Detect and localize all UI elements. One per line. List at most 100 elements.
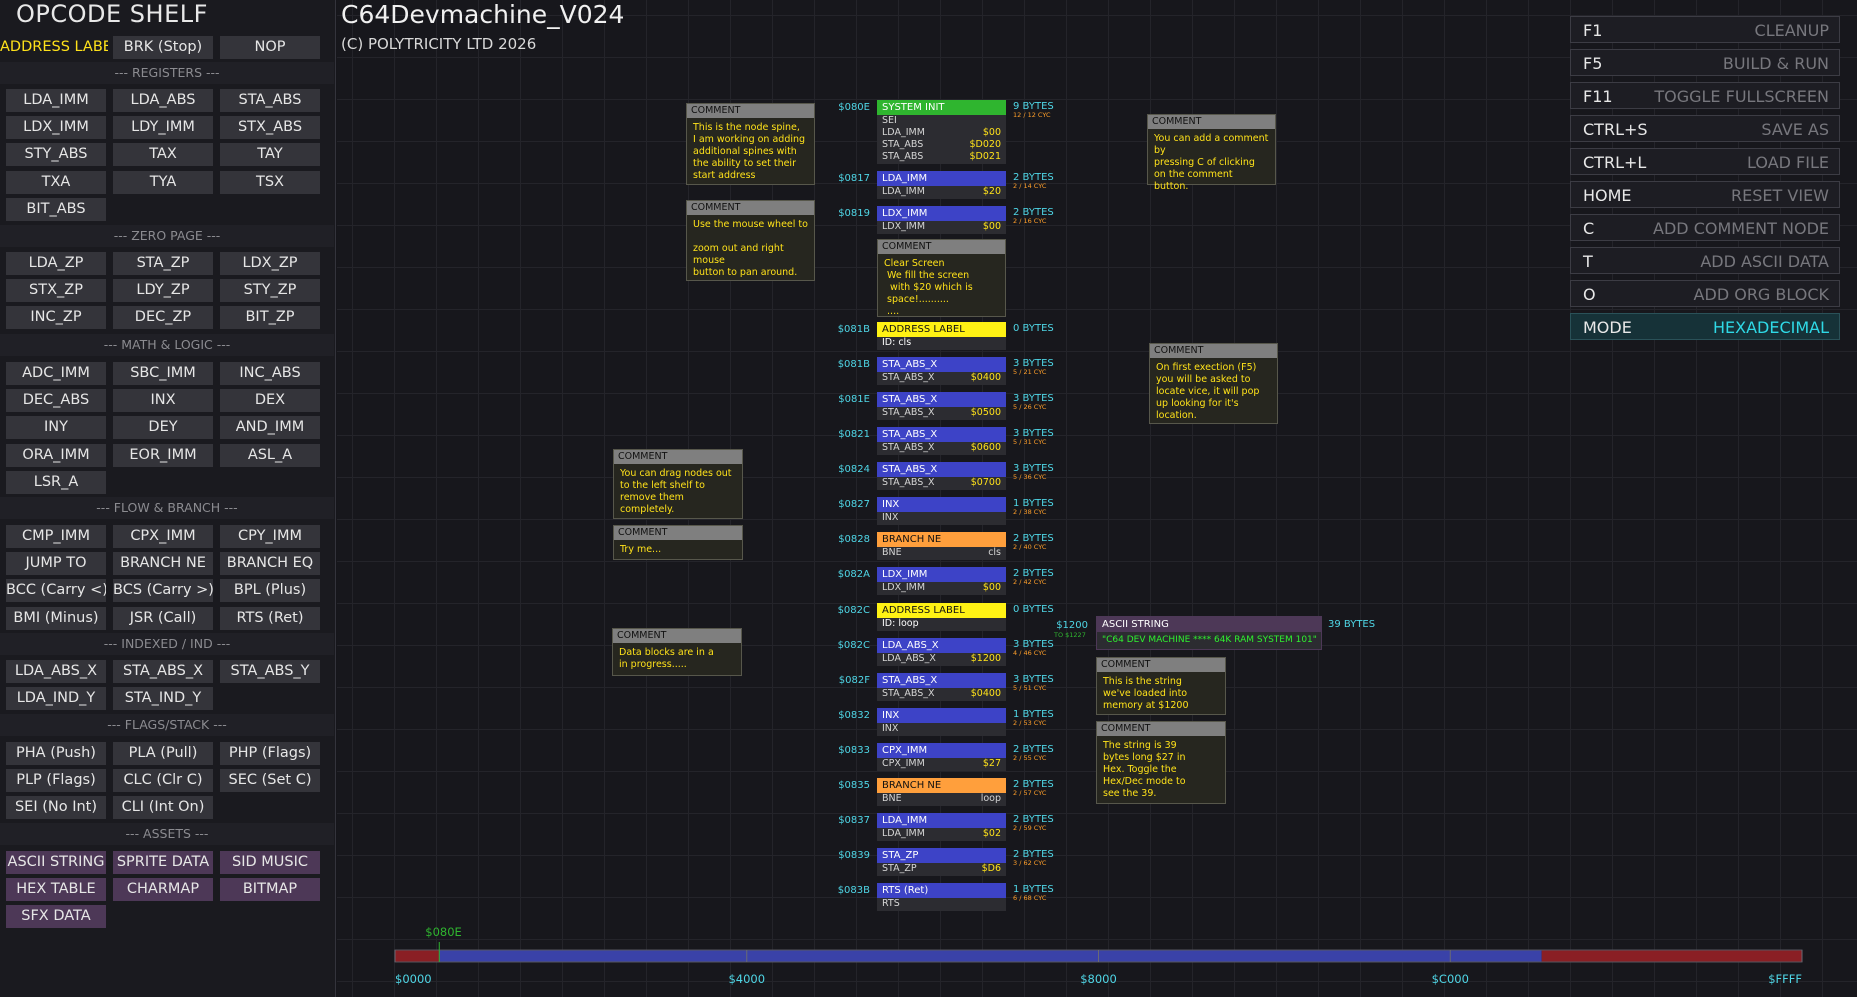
opcode-button-sfx-data[interactable]: SFX DATA — [6, 905, 106, 929]
opcode-button-adc-imm[interactable]: ADC_IMM — [6, 362, 106, 385]
comment-node[interactable]: COMMENT You can drag nodes out to the lef… — [613, 449, 743, 519]
opcode-button-tay[interactable]: TAY — [220, 143, 320, 167]
opcode-button-branch-ne[interactable]: BRANCH NE — [113, 552, 213, 576]
opcode-button-bpl-plus[interactable]: BPL (Plus) — [220, 579, 320, 603]
opcode-button-cmp-imm[interactable]: CMP_IMM — [6, 525, 106, 548]
comment-node[interactable]: COMMENT Use the mouse wheel to zoom out a… — [686, 200, 815, 281]
opcode-button-charmap[interactable]: CHARMAP — [113, 878, 213, 902]
spine-node-lda-imm[interactable]: LDA_IMM LDA_IMM $20 — [877, 171, 1006, 199]
opcode-button-dec-zp[interactable]: DEC_ZP — [113, 306, 213, 330]
opcode-button-sprite-data[interactable]: SPRITE DATA — [113, 851, 213, 874]
spine-node-address-label[interactable]: ADDRESS LABEL ID: loop — [877, 603, 1006, 631]
opcode-button-lda-zp[interactable]: LDA_ZP — [6, 252, 106, 275]
opcode-button-eor-imm[interactable]: EOR_IMM — [113, 443, 213, 467]
opcode-button-lda-abs-x[interactable]: LDA_ABS_X — [6, 660, 106, 683]
opcode-button-txa[interactable]: TXA — [6, 170, 106, 194]
spine-node-rts-ret[interactable]: RTS (Ret) RTS — [877, 883, 1006, 911]
opcode-button-brk-stop[interactable]: BRK (Stop) — [113, 36, 213, 59]
spine-node-sta-zp[interactable]: STA_ZP STA_ZP $D6 — [877, 848, 1006, 876]
opcode-button-nop[interactable]: NOP — [220, 36, 320, 59]
spine-node-inx[interactable]: INX INX — [877, 497, 1006, 525]
opcode-button-branch-eq[interactable]: BRANCH EQ — [220, 552, 320, 576]
spine-comment-node[interactable]: COMMENT Clear Screen We fill the screen w… — [877, 239, 1006, 317]
opcode-button-plp-flags[interactable]: PLP (Flags) — [6, 769, 106, 793]
spine-node-lda-imm[interactable]: LDA_IMM LDA_IMM $02 — [877, 813, 1006, 841]
opcode-button-bcc-carry[interactable]: BCC (Carry <) — [6, 579, 106, 603]
opcode-button-sid-music[interactable]: SID MUSIC — [220, 851, 320, 874]
opcode-button-lda-ind-y[interactable]: LDA_IND_Y — [6, 687, 106, 711]
opcode-button-sta-ind-y[interactable]: STA_IND_Y — [113, 687, 213, 711]
opcode-button-cpy-imm[interactable]: CPY_IMM — [220, 525, 320, 548]
opcode-button-sta-abs-x[interactable]: STA_ABS_X — [113, 660, 213, 683]
opcode-button-ldx-imm[interactable]: LDX_IMM — [6, 116, 106, 140]
opcode-button-lda-abs[interactable]: LDA_ABS — [113, 89, 213, 112]
spine-node-inx[interactable]: INX INX — [877, 708, 1006, 736]
opcode-button-bcs-carry[interactable]: BCS (Carry >) — [113, 579, 213, 603]
spine-node-sta-abs-x[interactable]: STA_ABS_X STA_ABS_X $0500 — [877, 392, 1006, 420]
shortcut-reset-view[interactable]: HOME RESET VIEW — [1570, 181, 1840, 208]
opcode-button-inx[interactable]: INX — [113, 389, 213, 413]
spine-node-sta-abs-x[interactable]: STA_ABS_X STA_ABS_X $0400 — [877, 357, 1006, 385]
shortcut-add-ascii-data[interactable]: T ADD ASCII DATA — [1570, 247, 1840, 274]
opcode-button-ldx-zp[interactable]: LDX_ZP — [220, 252, 320, 275]
opcode-button-asl-a[interactable]: ASL_A — [220, 443, 320, 467]
opcode-button-pha-push[interactable]: PHA (Push) — [6, 742, 106, 765]
opcode-button-cpx-imm[interactable]: CPX_IMM — [113, 525, 213, 548]
opcode-button-bmi-minus[interactable]: BMI (Minus) — [6, 606, 106, 630]
comment-node[interactable]: COMMENT This is the node spine, I am work… — [686, 103, 815, 185]
opcode-button-iny[interactable]: INY — [6, 416, 106, 440]
opcode-button-sty-zp[interactable]: STY_ZP — [220, 279, 320, 303]
opcode-button-lda-imm[interactable]: LDA_IMM — [6, 89, 106, 112]
opcode-button-stx-zp[interactable]: STX_ZP — [6, 279, 106, 303]
opcode-button-sta-abs[interactable]: STA_ABS — [220, 89, 320, 112]
opcode-button-sec-set-c[interactable]: SEC (Set C) — [220, 769, 320, 793]
opcode-button-inc-zp[interactable]: INC_ZP — [6, 306, 106, 330]
opcode-button-hex-table[interactable]: HEX TABLE — [6, 878, 106, 902]
opcode-button-bit-zp[interactable]: BIT_ZP — [220, 306, 320, 330]
opcode-button-bit-abs[interactable]: BIT_ABS — [6, 197, 106, 221]
comment-node[interactable]: COMMENT This is the string we've loaded i… — [1096, 657, 1226, 715]
shortcut-toggle-fullscreen[interactable]: F11 TOGGLE FULLSCREEN — [1570, 82, 1840, 109]
opcode-button-inc-abs[interactable]: INC_ABS — [220, 362, 320, 385]
opcode-button-sbc-imm[interactable]: SBC_IMM — [113, 362, 213, 385]
shortcut-load-file[interactable]: CTRL+L LOAD FILE — [1570, 148, 1840, 175]
opcode-button-dex[interactable]: DEX — [220, 389, 320, 413]
shortcut-build-run[interactable]: F5 BUILD & RUN — [1570, 49, 1840, 76]
comment-node[interactable]: COMMENT Try me... — [613, 525, 743, 560]
shortcut-add-comment-node[interactable]: C ADD COMMENT NODE — [1570, 214, 1840, 241]
mode-toggle[interactable]: MODE HEXADECIMAL — [1570, 313, 1840, 340]
spine-node-sta-abs-x[interactable]: STA_ABS_X STA_ABS_X $0700 — [877, 462, 1006, 490]
opcode-button-and-imm[interactable]: AND_IMM — [220, 416, 320, 440]
opcode-button-ascii-string[interactable]: ASCII STRING — [6, 851, 106, 874]
spine-node-system-init[interactable]: SYSTEM INIT SEI LDA_IMM $00 STA_ABS $D020 STA_… — [877, 100, 1006, 164]
opcode-button-lsr-a[interactable]: LSR_A — [6, 470, 106, 494]
opcode-button-sta-abs-y[interactable]: STA_ABS_Y — [220, 660, 320, 683]
opcode-button-tax[interactable]: TAX — [113, 143, 213, 167]
opcode-button-pla-pull[interactable]: PLA (Pull) — [113, 742, 213, 765]
comment-node[interactable]: COMMENT You can add a comment by pressing… — [1147, 114, 1276, 192]
opcode-button-sty-abs[interactable]: STY_ABS — [6, 143, 106, 167]
opcode-button-tya[interactable]: TYA — [113, 170, 213, 194]
opcode-button-ldy-zp[interactable]: LDY_ZP — [113, 279, 213, 303]
opcode-button-bitmap[interactable]: BITMAP — [220, 878, 320, 902]
opcode-button-tsx[interactable]: TSX — [220, 170, 320, 194]
shortcut-add-org-block[interactable]: O ADD ORG BLOCK — [1570, 280, 1840, 307]
opcode-button-clc-clr-c[interactable]: CLC (Clr C) — [113, 769, 213, 793]
spine-node-sta-abs-x[interactable]: STA_ABS_X STA_ABS_X $0600 — [877, 427, 1006, 455]
opcode-button-sta-zp[interactable]: STA_ZP — [113, 252, 213, 275]
opcode-button-ora-imm[interactable]: ORA_IMM — [6, 443, 106, 467]
spine-node-lda-abs-x[interactable]: LDA_ABS_X LDA_ABS_X $1200 — [877, 638, 1006, 666]
spine-node-sta-abs-x[interactable]: STA_ABS_X STA_ABS_X $0400 — [877, 673, 1006, 701]
shortcut-save-as[interactable]: CTRL+S SAVE AS — [1570, 115, 1840, 142]
spine-node-cpx-imm[interactable]: CPX_IMM CPX_IMM $27 — [877, 743, 1006, 771]
opcode-button-rts-ret[interactable]: RTS (Ret) — [220, 606, 320, 630]
opcode-button-address-label[interactable]: ADDRESS LABEL — [0, 36, 108, 59]
spine-node-ldx-imm[interactable]: LDX_IMM LDX_IMM $00 — [877, 567, 1006, 595]
comment-node[interactable]: COMMENT On first exection (F5) you will b… — [1149, 343, 1278, 424]
opcode-button-ldy-imm[interactable]: LDY_IMM — [113, 116, 213, 140]
opcode-button-jsr-call[interactable]: JSR (Call) — [113, 606, 213, 630]
spine-node-address-label[interactable]: ADDRESS LABEL ID: cls — [877, 322, 1006, 350]
opcode-button-dey[interactable]: DEY — [113, 416, 213, 440]
comment-node[interactable]: COMMENT Data blocks are in a in progress.… — [612, 628, 742, 676]
opcode-button-stx-abs[interactable]: STX_ABS — [220, 116, 320, 140]
